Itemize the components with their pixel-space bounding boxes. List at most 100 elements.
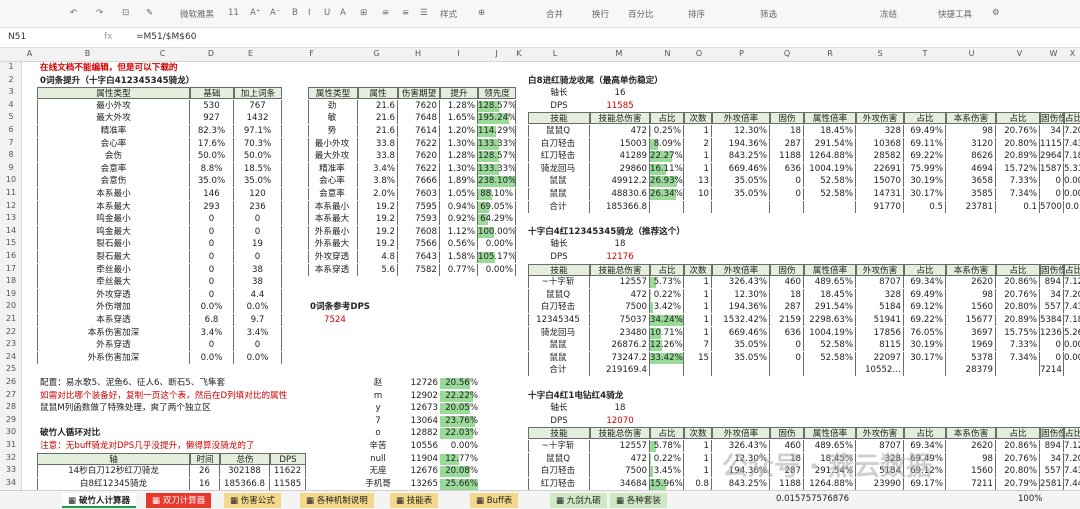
table-cell[interactable]: 13265 — [398, 478, 438, 490]
table-cell[interactable]: 927 — [190, 112, 234, 125]
table-cell[interactable]: 1.05% — [440, 188, 478, 200]
table-header[interactable]: 占比 — [996, 263, 1040, 276]
table-cell[interactable]: 88.10% — [478, 188, 516, 200]
table-cell[interactable]: 128.57% — [478, 99, 516, 112]
table-cell[interactable]: 7.20% — [1064, 453, 1080, 465]
table-cell[interactable]: 1.30% — [440, 137, 478, 150]
table-cell[interactable]: 8707 — [856, 276, 904, 289]
table-cell[interactable]: 5378 — [946, 351, 996, 364]
config-note[interactable]: 如需对比哪个装备好，复制一页这个表，然后在D列填对比的属性 — [40, 390, 310, 402]
row-header[interactable]: 21 — [0, 314, 21, 323]
table-cell[interactable]: 0.0% — [234, 301, 282, 314]
table-cell[interactable]: 236 — [234, 200, 282, 213]
table-cell[interactable]: 5700 — [1040, 200, 1064, 213]
table-cell[interactable]: 白刀轻击 — [528, 301, 590, 314]
table-cell[interactable]: 75037 — [590, 314, 650, 326]
table-cell[interactable]: 17856 — [856, 326, 904, 339]
table-cell[interactable]: 7622 — [398, 162, 440, 175]
table-cell[interactable]: 25.66% — [440, 478, 478, 490]
table-cell[interactable]: 7.33% — [996, 175, 1040, 188]
table-cell[interactable]: 本系最大 — [37, 200, 190, 213]
table-cell[interactable]: 鼠鼠 — [528, 351, 590, 364]
table-cell[interactable]: 7.12% — [1064, 440, 1080, 452]
table-cell[interactable]: 69.49% — [904, 125, 946, 137]
table-cell[interactable]: 91770 — [856, 200, 904, 213]
value[interactable]: 11585 — [590, 100, 650, 112]
label[interactable]: DPS — [528, 251, 590, 263]
table-cell[interactable]: 0 — [1040, 339, 1064, 352]
table-cell[interactable]: 1532.42% — [712, 314, 770, 326]
table-cell[interactable]: 133.33% — [478, 137, 516, 150]
value[interactable]: 16 — [590, 87, 650, 99]
toolbar-item[interactable]: ☰ — [420, 8, 428, 18]
table-cell[interactable]: 5.31% — [1064, 163, 1080, 175]
table-cell[interactable]: 1.20% — [440, 125, 478, 137]
table-cell[interactable]: 69.22% — [904, 150, 946, 163]
table-header[interactable]: 固伤 — [770, 263, 804, 276]
toolbar-item[interactable]: 筛选 — [760, 8, 777, 20]
table-cell[interactable]: 0 — [1040, 351, 1064, 364]
table-cell[interactable]: 0 — [190, 238, 234, 251]
row-header[interactable]: 29 — [0, 415, 21, 424]
toolbar-item[interactable]: 百分比 — [628, 8, 654, 20]
table-cell[interactable]: 11622 — [270, 465, 306, 478]
column-header[interactable]: I — [440, 49, 477, 58]
table-cell[interactable]: 7211 — [946, 477, 996, 490]
table-cell[interactable]: 18.45% — [804, 125, 856, 137]
table-cell[interactable]: 最小外攻 — [37, 99, 190, 112]
table-cell[interactable]: 50.0% — [190, 150, 234, 163]
table-cell[interactable]: 外伤增加 — [37, 301, 190, 314]
table-cell[interactable]: 11585 — [270, 477, 306, 490]
table-cell[interactable]: 0.0% — [234, 351, 282, 364]
section-title[interactable]: 0词条提升（十字白412345345骑龙） — [40, 75, 290, 87]
table-cell[interactable]: 82.3% — [190, 125, 234, 137]
table-header[interactable]: 占比 — [904, 112, 946, 125]
table-header[interactable]: 属性倍率 — [804, 112, 856, 125]
table-header[interactable]: 占比 — [904, 427, 946, 440]
table-cell[interactable]: 894 — [1040, 276, 1064, 289]
table-cell[interactable]: 15677 — [946, 314, 996, 326]
sheet-tab[interactable]: ▦ 破竹人计算器 — [62, 493, 136, 508]
table-cell[interactable]: 7.12% — [1064, 276, 1080, 288]
table-cell[interactable]: 767 — [234, 99, 282, 112]
table-cell[interactable]: 0 — [770, 175, 804, 188]
table-cell[interactable]: 557 — [1040, 465, 1064, 478]
table-cell[interactable]: 38 — [234, 263, 282, 276]
row-header[interactable]: 20 — [0, 301, 21, 310]
table-cell[interactable]: 6.8 — [190, 314, 234, 326]
table-cell[interactable]: 7.43% — [1064, 301, 1080, 313]
table-header[interactable]: 占比 — [904, 263, 946, 276]
row-header[interactable]: 11 — [0, 188, 21, 197]
table-cell[interactable]: 30.17% — [904, 188, 946, 200]
table-header[interactable]: 轴 — [37, 452, 190, 465]
table-cell[interactable]: 外系伤害加深 — [37, 351, 190, 364]
table-cell[interactable]: 1004.19% — [804, 326, 856, 339]
column-header[interactable]: H — [396, 49, 440, 58]
table-cell[interactable] — [712, 364, 770, 377]
row-header[interactable]: 10 — [0, 175, 21, 184]
table-cell[interactable]: 291.54% — [804, 301, 856, 314]
table-cell[interactable]: 41289 — [590, 150, 650, 163]
table-cell[interactable]: 22097 — [856, 351, 904, 364]
table-cell[interactable]: 12902 — [398, 390, 438, 402]
table-header[interactable]: 次数 — [684, 112, 712, 125]
column-header[interactable]: N — [650, 49, 685, 58]
table-cell[interactable]: 白8红12345骑龙 — [37, 477, 190, 490]
table-cell[interactable]: 26 — [190, 465, 220, 478]
column-header[interactable]: P — [713, 49, 770, 58]
table-cell[interactable]: 34 — [1040, 288, 1064, 301]
table-cell[interactable]: 21.6 — [358, 99, 398, 112]
table-cell[interactable]: 0.8 — [684, 477, 712, 490]
table-header[interactable]: 本系伤害 — [946, 112, 996, 125]
table-cell[interactable]: 3658 — [946, 175, 996, 188]
table-cell[interactable]: 287 — [770, 301, 804, 314]
table-header[interactable]: 属性倍率 — [804, 263, 856, 276]
row-header[interactable]: 15 — [0, 238, 21, 247]
table-cell[interactable]: 鼠鼠Q — [528, 452, 590, 465]
table-cell[interactable]: 本系最小 — [308, 200, 358, 213]
table-cell[interactable]: 5.6 — [358, 263, 398, 276]
table-header[interactable]: 外攻伤害 — [856, 427, 904, 440]
cycle-title[interactable]: 破竹人循环对比 — [40, 427, 240, 439]
table-cell[interactable]: 26.93% — [650, 175, 684, 188]
config-text[interactable]: 配置：易水歌5、泥鱼6、征人6、断石5、飞隼套 — [40, 377, 310, 389]
